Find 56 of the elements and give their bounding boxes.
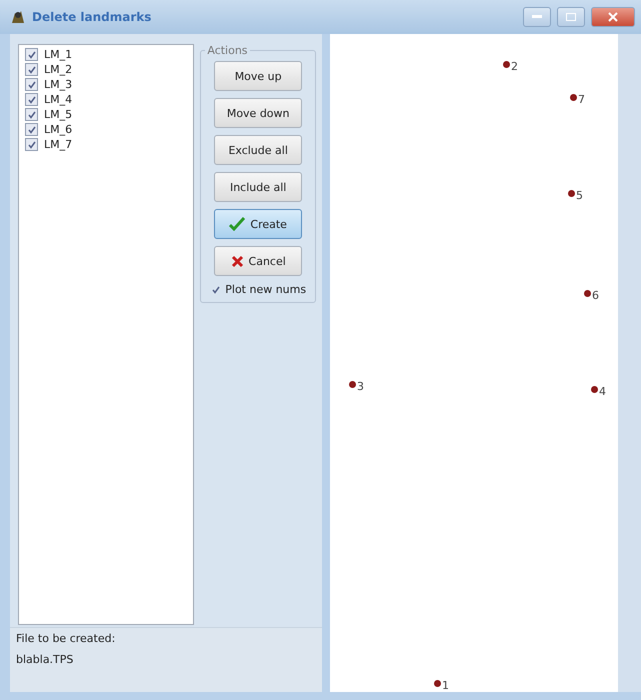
landmark-dot [349,381,356,388]
landmark-item[interactable]: LM_2 [25,62,188,77]
action-button[interactable]: Move up [214,61,302,91]
app-icon [10,9,26,25]
action-button[interactable]: Exclude all [214,135,302,165]
landmark-label: LM_4 [44,93,72,106]
landmark-dot [503,61,510,68]
landmark-number: 4 [599,385,606,398]
landmark-number: 1 [442,679,449,692]
window-title: Delete landmarks [32,10,152,24]
checkbox[interactable] [25,138,38,151]
checkbox[interactable] [25,108,38,121]
landmark-dot [568,190,575,197]
landmark-item[interactable]: LM_5 [25,107,188,122]
landmark-number: 3 [357,380,364,393]
landmark-label: LM_5 [44,108,72,121]
action-button[interactable]: Include all [214,172,302,202]
landmark-number: 2 [511,60,518,73]
landmark-dot [584,290,591,297]
landmark-label: LM_3 [44,78,72,91]
checkmark-icon [229,217,246,231]
landmark-label: LM_6 [44,123,72,136]
minimize-button[interactable] [523,7,551,27]
landmark-dot [434,680,441,687]
landmark-item[interactable]: LM_6 [25,122,188,137]
maximize-button[interactable] [557,7,585,27]
close-icon [608,12,618,22]
landmark-number: 5 [576,189,583,202]
checkbox[interactable] [25,93,38,106]
landmark-label: LM_1 [44,48,72,61]
landmark-item[interactable]: LM_1 [25,47,188,62]
landmark-dot [570,94,577,101]
landmark-number: 6 [592,289,599,302]
file-name: blabla.TPS [16,653,74,666]
landmark-number: 7 [578,93,585,106]
plot-checkbox[interactable]: Plot new nums [210,283,306,296]
landmark-item[interactable]: LM_3 [25,77,188,92]
landmark-dot [591,386,598,393]
checkbox[interactable] [25,63,38,76]
close-button[interactable] [591,7,635,27]
checkbox[interactable] [25,48,38,61]
checkbox[interactable] [25,123,38,136]
group-title: Actions [206,44,249,57]
minimize-icon [532,15,542,19]
landmark-item[interactable]: LM_4 [25,92,188,107]
action-button[interactable]: Create [214,209,302,239]
checkmark-icon [212,286,220,294]
action-button[interactable]: Cancel [214,246,302,276]
action-button[interactable]: Move down [214,98,302,128]
x-icon [230,254,244,268]
landmark-item[interactable]: LM_7 [25,137,188,152]
maximize-icon [566,13,576,21]
landmark-label: LM_2 [44,63,72,76]
caption: File to be created: [16,632,116,645]
checkbox[interactable] [25,78,38,91]
landmark-label: LM_7 [44,138,72,151]
